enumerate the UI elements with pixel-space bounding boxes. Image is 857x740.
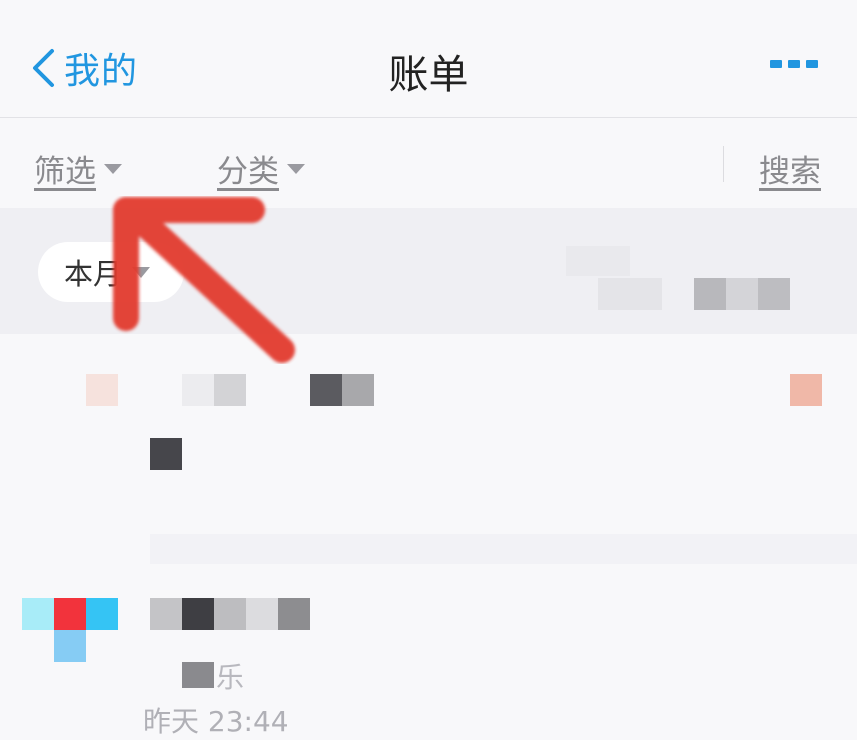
pixelated-text xyxy=(342,374,374,406)
more-dots-icon[interactable] xyxy=(770,60,818,68)
filter-dropdown[interactable]: 筛选 xyxy=(34,146,122,191)
list-item[interactable] xyxy=(0,566,857,719)
divider xyxy=(150,534,857,564)
pixelated-text xyxy=(182,374,214,406)
pixelated-amount xyxy=(726,278,758,310)
caret-down-icon xyxy=(287,163,305,174)
pixelated-summary xyxy=(566,246,630,276)
pixelated-text xyxy=(278,598,310,630)
pixelated-amount xyxy=(758,278,790,310)
month-label: 本月 xyxy=(64,257,123,291)
pixelated-text xyxy=(150,438,182,470)
pixelated-text xyxy=(214,598,246,630)
navigation-bar: 我的 账单 xyxy=(0,0,857,118)
partial-text: 乐 xyxy=(216,661,245,694)
pixelated-text xyxy=(214,374,246,406)
category-label: 分类 xyxy=(217,154,279,190)
pixelated-avatar xyxy=(86,598,118,630)
category-dropdown[interactable]: 分类 xyxy=(217,146,305,191)
pixelated-amount xyxy=(694,278,726,310)
caret-down-icon xyxy=(132,266,151,278)
filter-bar: 筛选 分类 搜索 xyxy=(0,118,857,208)
month-selector[interactable]: 本月 xyxy=(38,242,184,302)
list-item[interactable] xyxy=(0,335,857,534)
filter-label: 筛选 xyxy=(34,154,96,190)
page-title: 账单 xyxy=(388,52,469,98)
pixelated-text xyxy=(182,598,214,630)
pixelated-avatar xyxy=(86,374,118,406)
divider xyxy=(723,146,724,182)
pixelated-avatar xyxy=(54,598,86,630)
pixelated-text xyxy=(182,662,214,688)
pixelated-amount xyxy=(790,374,822,406)
pixelated-text xyxy=(310,374,342,406)
pixelated-summary xyxy=(598,278,662,310)
search-button[interactable]: 搜索 xyxy=(759,146,821,191)
pixelated-avatar xyxy=(22,598,54,630)
pixelated-text xyxy=(150,598,182,630)
pixelated-text xyxy=(246,598,278,630)
pixelated-avatar xyxy=(54,630,86,662)
timestamp: 昨天 23:44 xyxy=(143,705,289,738)
caret-down-icon xyxy=(104,163,122,174)
